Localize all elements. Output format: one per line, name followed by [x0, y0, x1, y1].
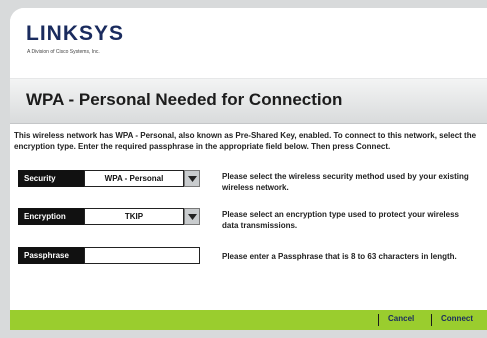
brand-header: LINKSYS A Division of Cisco Systems, Inc…: [10, 8, 487, 76]
cancel-button[interactable]: Cancel: [388, 314, 414, 323]
connect-button[interactable]: Connect: [441, 314, 473, 323]
security-label: Security: [18, 170, 84, 187]
passphrase-input[interactable]: [84, 247, 200, 264]
footer-divider: [378, 314, 379, 326]
security-help: Please select the wireless security meth…: [222, 172, 469, 192]
chevron-down-icon: [188, 214, 197, 220]
intro-body: This wireless network has WPA - Personal…: [14, 131, 477, 151]
security-value: WPA - Personal: [104, 174, 164, 183]
footer-divider: [431, 314, 432, 326]
security-dropdown-button[interactable]: [184, 170, 200, 187]
encryption-value: TKIP: [124, 212, 144, 221]
footer-bar: Cancel Connect: [10, 310, 487, 330]
security-select[interactable]: WPA - Personal: [84, 170, 184, 187]
page-title: WPA - Personal Needed for Connection: [26, 90, 343, 109]
encryption-select[interactable]: TKIP: [84, 208, 184, 225]
encryption-dropdown-button[interactable]: [184, 208, 200, 225]
passphrase-help: Please enter a Passphrase that is 8 to 6…: [222, 252, 457, 261]
encryption-label: Encryption: [18, 208, 84, 225]
intro-connect-word: Connect: [356, 142, 388, 151]
encryption-help: Please select an encryption type used to…: [222, 210, 459, 230]
linksys-logo: LINKSYS: [26, 22, 125, 45]
title-bar: WPA - Personal Needed for Connection: [10, 78, 487, 124]
chevron-down-icon: [188, 176, 197, 182]
intro-text: This wireless network has WPA - Personal…: [14, 130, 480, 152]
wizard-window: LINKSYS A Division of Cisco Systems, Inc…: [10, 8, 487, 330]
brand-subtitle: A Division of Cisco Systems, Inc.: [27, 49, 100, 55]
intro-end: .: [388, 142, 391, 151]
passphrase-label: Passphrase: [18, 247, 84, 264]
